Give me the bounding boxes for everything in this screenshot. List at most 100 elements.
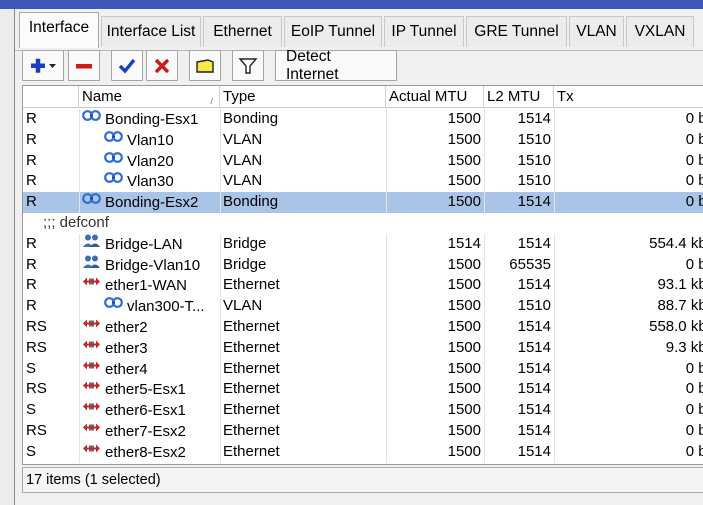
column-header-flags[interactable]	[23, 86, 79, 108]
table-row[interactable]: R Bridge-LAN Bridge 1514 1514 554.4 kbp	[23, 233, 703, 255]
table-row[interactable]: Sether6-Esx1 Ethernet 1500 1514 0 bp	[23, 400, 703, 421]
name-cell: ether2	[82, 317, 220, 338]
table-row[interactable]: Rvlan300-T... VLAN 1500 1510 88.7 kbp	[23, 296, 703, 317]
flags-cell: R	[26, 192, 78, 213]
column-divider	[484, 296, 485, 317]
table-row[interactable]: R Vlan30 VLAN 1500 1510 0 bp	[23, 171, 703, 193]
table-row[interactable]: R Bonding-Esx1 Bonding 1500 1514 0 bp	[23, 109, 703, 130]
column-divider	[554, 129, 555, 151]
actual-mtu-cell-text: 1500	[447, 380, 481, 398]
tx-cell-text: 0 bp	[685, 442, 703, 460]
table-row[interactable]: RS ether2 Ethernet 1500 1514 558.0 kbp	[23, 316, 703, 338]
column-divider	[554, 420, 555, 442]
actual-mtu-cell: 1500	[389, 379, 481, 400]
table-row[interactable]: Sether8-Esx2 Ethernet 1500 1514 0 bp	[23, 441, 703, 463]
l2-mtu-cell-text: 1510	[517, 151, 551, 169]
flags-cell: R	[26, 151, 78, 172]
type-cell: Bridge	[223, 255, 388, 276]
name-cell: ether3	[82, 338, 220, 359]
table-row[interactable]: R Vlan20 VLAN 1500 1510 0 bp	[23, 150, 703, 172]
flags-cell-text: R	[26, 151, 37, 169]
column-header-name[interactable]: Name /	[79, 86, 220, 108]
tx-cell-text: 93.1 kbp	[657, 276, 703, 294]
comment-button[interactable]	[189, 50, 221, 81]
enable-button[interactable]	[111, 50, 143, 81]
column-divider	[386, 254, 387, 276]
table-row[interactable]: RS ether3 Ethernet 1500 1514 9.3 kbp	[23, 337, 703, 359]
column-divider	[220, 420, 221, 442]
bonding-interface-icon	[104, 130, 123, 151]
actual-mtu-cell: 1500	[389, 421, 481, 442]
tab-eoip-tunnel[interactable]: EoIP Tunnel	[284, 16, 382, 47]
column-divider	[386, 192, 387, 213]
column-divider	[386, 358, 387, 380]
column-divider	[79, 420, 80, 442]
flags-cell-text: R	[26, 130, 37, 148]
type-cell-text: Ethernet	[223, 380, 280, 398]
column-divider	[79, 192, 80, 213]
flags-cell: R	[26, 255, 78, 276]
tx-cell: 0 bp	[555, 421, 703, 442]
column-divider	[554, 171, 555, 193]
add-button[interactable]	[22, 50, 64, 81]
column-divider	[484, 441, 485, 463]
tab-vxlan[interactable]: VXLAN	[626, 16, 694, 47]
name-cell-text: ether5-Esx1	[105, 381, 186, 399]
table-row[interactable]: RS ether7-Esx2 Ethernet 1500 1514 0 bp	[23, 420, 703, 442]
remove-button[interactable]	[68, 50, 100, 81]
flags-cell: RS	[26, 317, 78, 338]
tab-interface[interactable]: Interface	[19, 12, 99, 48]
tx-cell-text: 0 bp	[685, 401, 703, 419]
column-divider	[220, 192, 221, 213]
actual-mtu-cell-text: 1500	[447, 151, 481, 169]
column-divider	[386, 420, 387, 442]
table-row[interactable]: R Bonding-Esx2 Bonding 1500 1514 0 bp	[23, 192, 703, 213]
type-cell: Ethernet	[223, 317, 388, 338]
name-cell: ether5-Esx1	[82, 379, 220, 400]
tx-cell: 0 bp	[555, 442, 703, 463]
actual-mtu-cell-text: 1500	[447, 421, 481, 439]
table-row[interactable]: R Bridge-Vlan10 Bridge 1500 65535 0 bp	[23, 254, 703, 276]
filter-button[interactable]	[232, 50, 264, 81]
disable-button[interactable]	[146, 50, 178, 81]
column-divider	[554, 233, 555, 255]
l2-mtu-cell-text: 1510	[517, 297, 551, 315]
column-divider	[484, 150, 485, 172]
tab-gre-tunnel[interactable]: GRE Tunnel	[466, 16, 567, 47]
l2-mtu-cell-text: 1510	[517, 130, 551, 148]
column-header-actual-mtu[interactable]: Actual MTU	[386, 86, 484, 108]
flags-cell-text: R	[26, 110, 37, 127]
ethernet-interface-icon	[82, 421, 101, 442]
tx-cell-text: 0 bp	[685, 151, 703, 169]
flags-cell-text: R	[26, 172, 37, 190]
l2-mtu-cell: 1510	[485, 151, 551, 172]
type-cell: Ethernet	[223, 275, 388, 296]
detect-internet-button[interactable]: Detect Internet	[275, 48, 397, 83]
tab-ethernet[interactable]: Ethernet	[203, 16, 282, 47]
table-row[interactable]: RS ether5-Esx1 Ethernet 1500 1514 0 bp	[23, 379, 703, 401]
column-divider	[220, 171, 221, 193]
tab-interface-list[interactable]: Interface List	[101, 16, 201, 47]
type-cell: VLAN	[223, 296, 388, 317]
table-row[interactable]: R Vlan10 VLAN 1500 1510 0 bp	[23, 129, 703, 151]
flags-cell-text: RS	[26, 317, 47, 335]
column-divider	[79, 400, 80, 421]
interface-window: Interface Interface List Ethernet EoIP T…	[14, 9, 703, 505]
flags-cell-text: S	[26, 442, 37, 460]
column-header-type[interactable]: Type	[220, 86, 386, 108]
type-cell: Bonding	[223, 109, 388, 130]
tx-cell-text: 0 bp	[685, 421, 703, 439]
actual-mtu-cell-text: 1500	[447, 442, 481, 460]
table-row[interactable]: Rether1-WAN Ethernet 1500 1514 93.1 kbp	[23, 275, 703, 297]
column-header-l2-mtu[interactable]: L2 MTU	[484, 86, 554, 108]
tab-ip-tunnel[interactable]: IP Tunnel	[384, 16, 464, 47]
tx-cell: 9.3 kbp	[555, 338, 703, 359]
table-row[interactable]: Sether4 Ethernet 1500 1514 0 bp	[23, 358, 703, 380]
column-header-tx[interactable]: Tx	[554, 86, 703, 108]
l2-mtu-cell: 1510	[485, 130, 551, 151]
flags-cell: RS	[26, 379, 78, 400]
tx-cell: 0 bp	[555, 192, 703, 213]
flags-cell: R	[26, 171, 78, 192]
name-cell: ether4	[82, 359, 220, 380]
tab-vlan[interactable]: VLAN	[569, 16, 624, 47]
